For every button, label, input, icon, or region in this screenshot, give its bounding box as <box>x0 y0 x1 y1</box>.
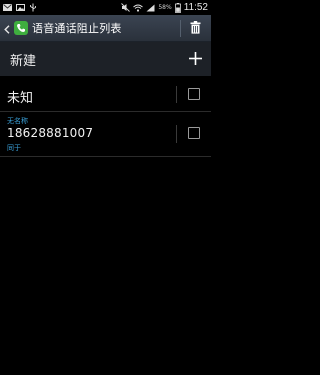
row-divider <box>176 125 177 143</box>
wifi-icon <box>133 4 144 12</box>
back-button[interactable] <box>0 15 14 42</box>
entry-checkbox[interactable] <box>188 127 200 139</box>
page-title: 语音通话阻止列表 <box>32 22 122 35</box>
entry-match-type: 同于 <box>7 144 21 152</box>
new-label: 新建 <box>10 53 37 69</box>
envelope-icon <box>3 4 12 11</box>
status-bar: 58% 11:52 <box>0 0 211 15</box>
usb-icon <box>29 3 37 12</box>
delete-button[interactable] <box>186 20 204 37</box>
list-item-number[interactable]: 无名称 18628881007 同于 <box>0 112 211 157</box>
battery-percent: 58% <box>158 4 172 11</box>
action-bar: 语音通话阻止列表 <box>0 15 211 42</box>
trash-icon <box>190 19 201 38</box>
new-entry-row[interactable]: 新建 <box>0 42 211 76</box>
unknown-label: 未知 <box>7 91 34 106</box>
entry-number: 18628881007 <box>7 126 94 140</box>
phone-app-icon <box>14 21 28 35</box>
unknown-checkbox[interactable] <box>188 88 200 100</box>
row-divider <box>176 86 177 103</box>
battery-icon <box>174 2 181 13</box>
list-item-unknown[interactable]: 未知 <box>0 77 211 112</box>
mute-icon <box>121 3 131 12</box>
clock: 11:52 <box>183 2 208 13</box>
image-icon <box>16 4 25 11</box>
back-chevron-icon <box>4 19 10 38</box>
plus-icon[interactable] <box>188 51 203 66</box>
entry-name: 无名称 <box>7 117 28 125</box>
action-bar-divider <box>180 20 181 37</box>
signal-icon <box>146 4 155 12</box>
